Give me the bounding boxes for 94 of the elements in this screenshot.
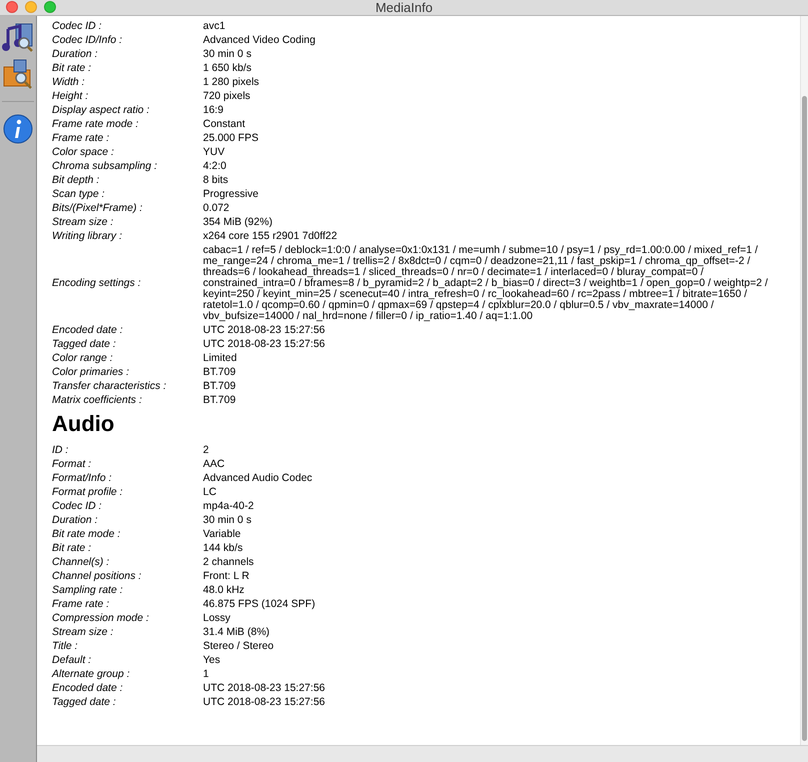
field-value: 144 kb/s xyxy=(203,541,244,555)
field-label: Alternate group : xyxy=(52,667,131,681)
field-value: 30 min 0 s xyxy=(203,513,252,527)
field-label: Color space : xyxy=(52,145,115,159)
field-label: Channel positions : xyxy=(52,569,142,583)
field-label: Chroma subsampling : xyxy=(52,159,158,173)
music-film-icon[interactable] xyxy=(2,21,34,53)
field-label: Bit depth : xyxy=(52,173,100,187)
field-label: Width : xyxy=(52,75,86,89)
field-value: UTC 2018-08-23 15:27:56 xyxy=(203,681,326,695)
field-value: YUV xyxy=(203,145,226,159)
field-label: Frame rate : xyxy=(52,597,110,611)
field-label: Bit rate : xyxy=(52,541,92,555)
field-value: 1 650 kb/s xyxy=(203,61,252,75)
section-heading: Audio xyxy=(52,410,116,438)
field-value: x264 core 155 r2901 7d0ff22 xyxy=(203,229,338,243)
field-label: Color range : xyxy=(52,351,114,365)
field-label: Stream size : xyxy=(52,215,114,229)
field-label: Codec ID : xyxy=(52,19,103,33)
field-value: Limited xyxy=(203,351,238,365)
field-label: Default : xyxy=(52,653,92,667)
field-label: Height : xyxy=(52,89,90,103)
field-value: Variable xyxy=(203,527,242,541)
scrollbar[interactable] xyxy=(800,16,808,745)
field-value: UTC 2018-08-23 15:27:56 xyxy=(203,323,326,337)
field-label: Title : xyxy=(52,639,79,653)
field-label: ID : xyxy=(52,443,70,457)
field-label: Encoded date : xyxy=(52,323,124,337)
field-value: 30 min 0 s xyxy=(203,47,252,61)
window-title: MediaInfo xyxy=(375,0,433,16)
field-label: Sampling rate : xyxy=(52,583,124,597)
field-label: Tagged date : xyxy=(52,695,117,709)
field-label: Encoding settings : xyxy=(52,276,142,290)
field-value: mp4a-40-2 xyxy=(203,499,255,513)
field-label: Stream size : xyxy=(52,625,114,639)
field-label: Duration : xyxy=(52,47,99,61)
field-value: 0.072 xyxy=(203,201,230,215)
field-label: Color primaries : xyxy=(52,365,130,379)
minimize-button[interactable] xyxy=(25,1,37,13)
field-value: 2 xyxy=(203,443,210,457)
field-value: AAC xyxy=(203,457,226,471)
field-value: 8 bits xyxy=(203,173,230,187)
field-value: Yes xyxy=(203,653,222,667)
field-label: Encoded date : xyxy=(52,681,124,695)
field-label: Matrix coefficients : xyxy=(52,393,143,407)
field-value: avc1 xyxy=(203,19,226,33)
field-label: Format/Info : xyxy=(52,471,113,485)
field-value: LC xyxy=(203,485,218,499)
field-label: Codec ID : xyxy=(52,499,103,513)
field-label: Frame rate mode : xyxy=(52,117,140,131)
field-value: Stereo / Stereo xyxy=(203,639,275,653)
field-label: Format profile : xyxy=(52,485,124,499)
field-value: Lossy xyxy=(203,611,232,625)
field-value: Advanced Video Coding xyxy=(203,33,316,47)
field-label: Frame rate : xyxy=(52,131,110,145)
field-value: 720 pixels xyxy=(203,89,252,103)
field-label: Writing library : xyxy=(52,229,124,243)
zoom-button[interactable] xyxy=(44,1,56,13)
field-value: 16:9 xyxy=(203,103,224,117)
scrollbar-thumb[interactable] xyxy=(802,96,807,741)
field-value: 48.0 kHz xyxy=(203,583,246,597)
field-value: 1 280 pixels xyxy=(203,75,260,89)
field-value: UTC 2018-08-23 15:27:56 xyxy=(203,337,326,351)
folder-search-icon[interactable] xyxy=(2,58,34,90)
field-value: 354 MiB (92%) xyxy=(203,215,274,229)
field-label: Format : xyxy=(52,457,92,471)
field-value: 2 channels xyxy=(203,555,255,569)
field-value: BT.709 xyxy=(203,379,237,393)
field-label: Compression mode : xyxy=(52,611,150,625)
field-label: Channel(s) : xyxy=(52,555,110,569)
info-icon[interactable] xyxy=(2,113,34,145)
field-label: Duration : xyxy=(52,513,99,527)
field-label: Bit rate : xyxy=(52,61,92,75)
field-value: cabac=1 / ref=5 / deblock=1:0:0 / analyse=0x1:0x131 / me=umh / subme=10 / psy=1 / psy_rd=1.00:0.00 / mixed_ref=1 / me_range=24 / chroma_me=1 / trellis=2 / 8x8dct=0 / cqm=0 / deadzone=21,11 / fast_pskip=1 / chroma_qp_offset=-2 / threads=6 / lookahead_threads=1 / sliced_threads=0 / nr=0 / decimate=1 / interlaced=0 / bluray_compat=0 / constrained_intra=0 / bframes=8 / b_pyramid=2 / b_adapt=2 / b_bias=0 / direct=3 / weightb=1 / open_gop=0 / weightp=2 / keyint=250 / keyint_min=25 / scenecut=40 / intra_refresh=0 / rc_lookahead=60 / rc=2pass / mbtree=1 / bitrate=1650 / ratetol=1.0 / qcomp=0.60 / qpmin=0 / qpmax=69 / qpstep=4 / cplxblur=20.0 / qblur=0.5 / vbv_maxrate=14000 / vbv_bufsize=14000 / nal_hrd=none / filler=0 / ip_ratio=1.40 / aq=1:1.00 xyxy=(203,243,769,323)
field-value: Progressive xyxy=(203,187,260,201)
field-value: BT.709 xyxy=(203,393,237,407)
field-value: 31.4 MiB (8%) xyxy=(203,625,271,639)
field-value: BT.709 xyxy=(203,365,237,379)
field-label: Transfer characteristics : xyxy=(52,379,168,393)
field-label: Bits/(Pixel*Frame) : xyxy=(52,201,144,215)
field-value: 1 xyxy=(203,667,210,681)
close-button[interactable] xyxy=(6,1,18,13)
field-value: 46.875 FPS (1024 SPF) xyxy=(203,597,316,611)
field-label: Scan type : xyxy=(52,187,106,201)
field-value: 4:2:0 xyxy=(203,159,228,173)
field-label: Tagged date : xyxy=(52,337,117,351)
field-value: Constant xyxy=(203,117,246,131)
field-value: UTC 2018-08-23 15:27:56 xyxy=(203,695,326,709)
field-label: Bit rate mode : xyxy=(52,527,122,541)
field-value: Front: L R xyxy=(203,569,250,583)
field-value: 25.000 FPS xyxy=(203,131,260,145)
field-value: Advanced Audio Codec xyxy=(203,471,314,485)
field-label: Display aspect ratio : xyxy=(52,103,150,117)
field-label: Codec ID/Info : xyxy=(52,33,124,47)
